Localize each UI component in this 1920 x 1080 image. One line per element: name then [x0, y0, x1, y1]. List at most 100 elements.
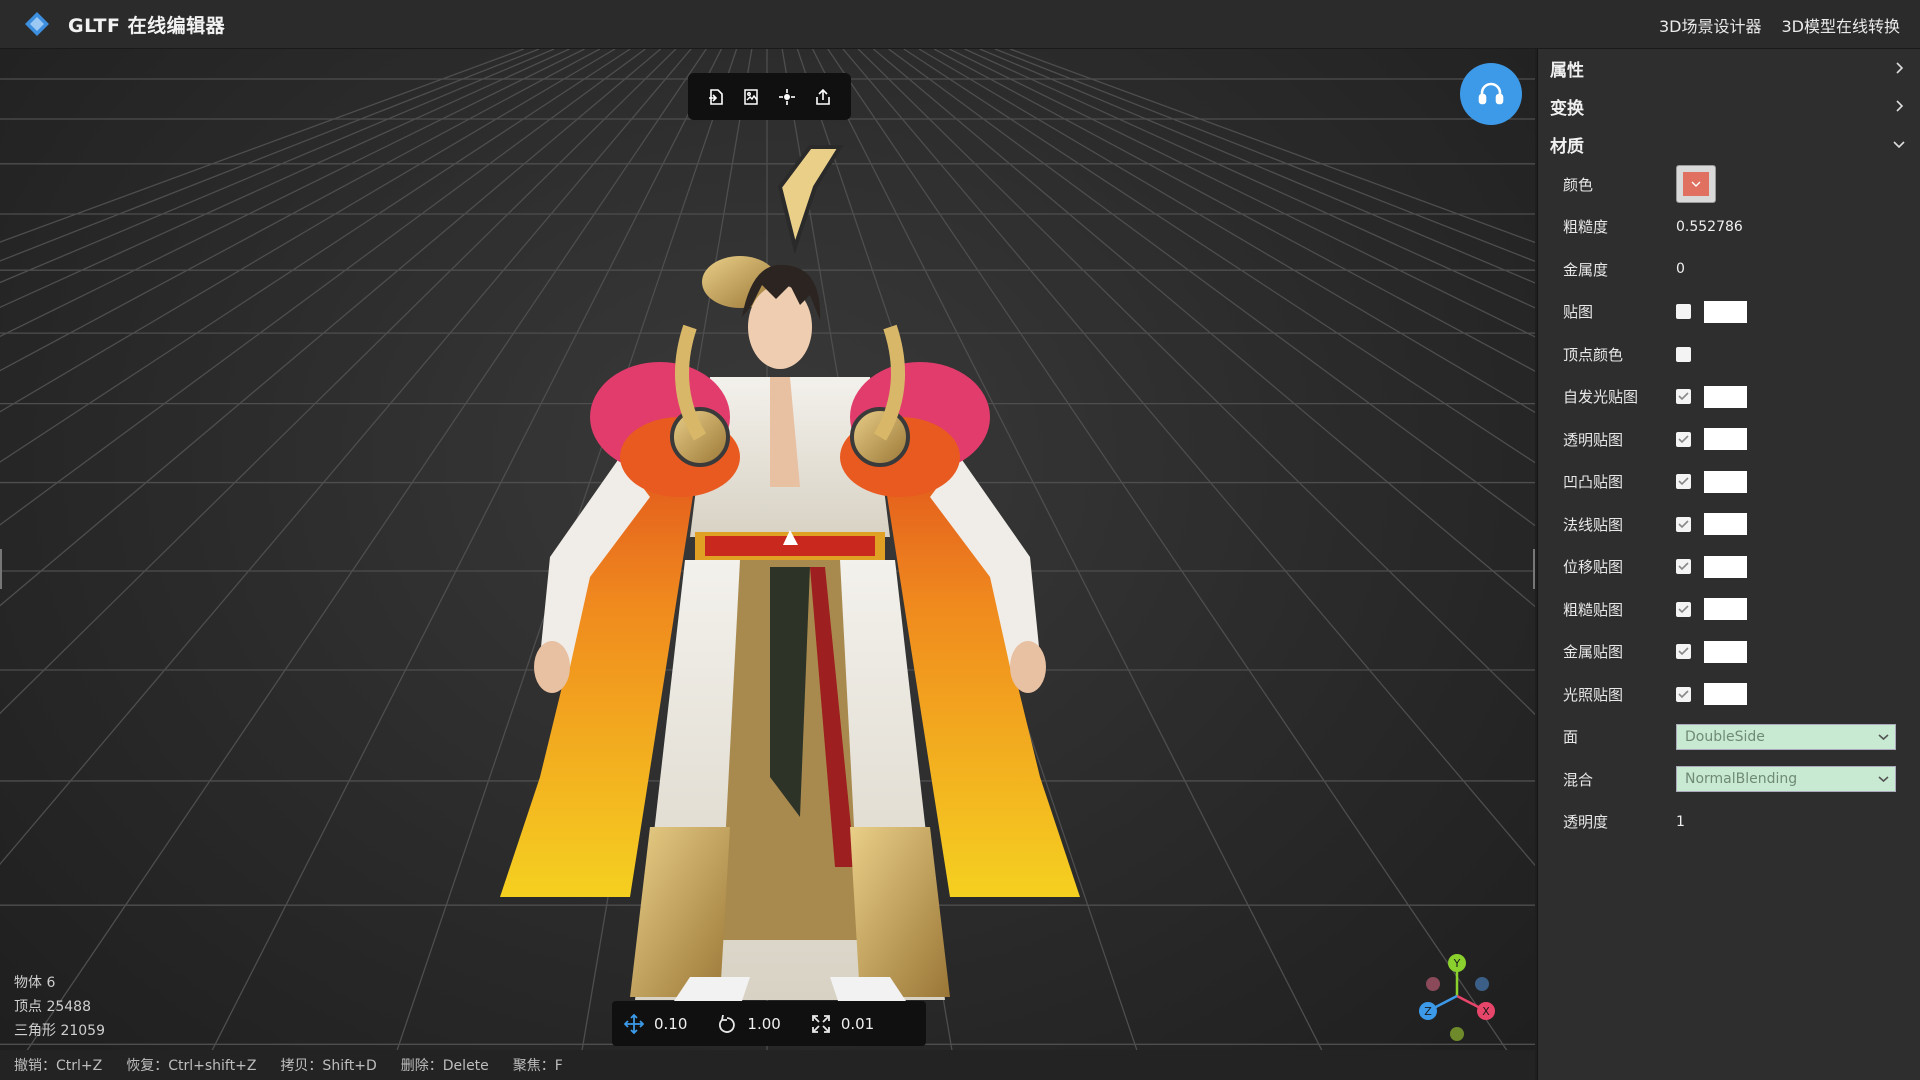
displacement-map-texture-slot[interactable] — [1704, 555, 1747, 578]
displacement-map-label: 位移贴图 — [1563, 558, 1624, 577]
light-map-checkbox[interactable] — [1676, 686, 1691, 702]
transform-snap-controls: 0.10 1.00 0.01 — [612, 1001, 926, 1046]
material-color-picker[interactable] — [1676, 165, 1716, 204]
chevron-down-icon — [1893, 141, 1905, 149]
side-select[interactable]: DoubleSide — [1676, 723, 1896, 750]
hotkey-bar: 撤销：Ctrl+Z 恢复：Ctrl+shift+Z 拷贝：Shift+D 删除：… — [0, 1050, 1535, 1080]
blending-select[interactable]: NormalBlending — [1676, 766, 1896, 793]
bump-map-row: 凹凸贴图 — [1538, 461, 1920, 504]
hotkey-focus: 聚焦：F — [512, 1058, 563, 1074]
normal-map-row: 法线贴图 — [1538, 503, 1920, 546]
viewport-canvas[interactable]: 物体 6 顶点 25488 三角形 21059 0.10 1.00 0.01 Y… — [0, 49, 1535, 1080]
metalness-map-row: 金属贴图 — [1538, 631, 1920, 674]
opacity-label: 透明度 — [1563, 813, 1609, 832]
emissive-map-label: 自发光贴图 — [1563, 388, 1639, 407]
import-icon[interactable] — [702, 83, 730, 111]
chevron-down-icon — [1691, 181, 1701, 188]
hotkey-delete: 删除：Delete — [400, 1058, 489, 1074]
vertex-colors-label: 顶点颜色 — [1563, 345, 1624, 364]
model-converter-link[interactable]: 3D模型在线转换 — [1781, 13, 1900, 37]
emissive-map-texture-slot[interactable] — [1704, 385, 1747, 408]
translate-snap-value[interactable]: 0.10 — [654, 1015, 687, 1033]
normal-map-texture-slot[interactable] — [1704, 513, 1747, 536]
section-material[interactable]: 材质 — [1538, 125, 1920, 163]
section-properties-label: 属性 — [1550, 60, 1584, 81]
section-transform[interactable]: 变换 — [1538, 87, 1920, 125]
check-icon — [1678, 605, 1689, 613]
normal-map-checkbox[interactable] — [1676, 516, 1691, 532]
hotkey-redo: 恢复：Ctrl+shift+Z — [126, 1058, 257, 1074]
viewport-toolbar — [688, 73, 851, 120]
light-icon[interactable] — [773, 83, 801, 111]
bump-map-checkbox[interactable] — [1676, 474, 1691, 490]
gizmo-y-label: Y — [1453, 957, 1461, 970]
support-headset-button[interactable] — [1460, 63, 1522, 125]
metalness-map-checkbox[interactable] — [1676, 644, 1691, 660]
roughness-map-row: 粗糙贴图 — [1538, 588, 1920, 631]
translate-snap[interactable]: 0.10 — [624, 1013, 687, 1034]
vertex-colors-checkbox[interactable] — [1676, 346, 1691, 362]
headset-icon — [1478, 82, 1504, 105]
chevron-down-icon — [1878, 734, 1889, 740]
check-icon — [1678, 520, 1689, 528]
opacity-value[interactable]: 1 — [1676, 814, 1685, 830]
export-image-icon[interactable] — [738, 83, 766, 111]
displacement-map-checkbox[interactable] — [1676, 559, 1691, 575]
map-checkbox[interactable] — [1676, 304, 1691, 320]
bump-map-label: 凹凸贴图 — [1563, 473, 1624, 492]
top-nav: 3D场景设计器 3D模型在线转换 — [1659, 0, 1900, 49]
left-splitter[interactable] — [0, 549, 2, 589]
roughness-map-label: 粗糙贴图 — [1563, 600, 1624, 619]
section-transform-label: 变换 — [1550, 98, 1584, 119]
metalness-value[interactable]: 0 — [1676, 261, 1685, 277]
metalness-map-label: 金属贴图 — [1563, 643, 1624, 662]
alpha-map-label: 透明贴图 — [1563, 430, 1624, 449]
character-model[interactable] — [480, 127, 1100, 1007]
chevron-down-icon — [1878, 776, 1889, 783]
hotkey-copy: 拷贝：Shift+D — [280, 1058, 377, 1074]
top-bar: GLTF 在线编辑器 3D场景设计器 3D模型在线转换 — [0, 0, 1920, 49]
vertex-colors-row: 顶点颜色 — [1538, 333, 1920, 376]
light-map-texture-slot[interactable] — [1704, 683, 1747, 706]
side-select-value: DoubleSide — [1685, 728, 1765, 745]
vertex-count: 顶点 25488 — [14, 999, 91, 1015]
metalness-map-texture-slot[interactable] — [1704, 640, 1747, 663]
scene-designer-link[interactable]: 3D场景设计器 — [1659, 13, 1762, 37]
axis-gizmo[interactable]: Y X Z — [1410, 949, 1504, 1043]
hotkey-undo: 撤销：Ctrl+Z — [14, 1058, 103, 1074]
share-icon[interactable] — [809, 83, 837, 111]
rotate-snap[interactable]: 1.00 — [717, 1014, 781, 1034]
check-icon — [1678, 477, 1689, 486]
displacement-map-row: 位移贴图 — [1538, 546, 1920, 589]
scale-snap[interactable]: 0.01 — [811, 1014, 874, 1034]
app-title: GLTF 在线编辑器 — [68, 14, 226, 37]
section-properties[interactable]: 属性 — [1538, 49, 1920, 87]
check-icon — [1678, 562, 1689, 571]
rotate-icon — [719, 1014, 736, 1033]
side-label: 面 — [1563, 728, 1579, 747]
check-icon — [1678, 690, 1689, 698]
scale-icon — [811, 1014, 830, 1033]
alpha-map-checkbox[interactable] — [1676, 431, 1691, 447]
emissive-map-checkbox[interactable] — [1676, 389, 1691, 405]
right-splitter[interactable] — [1533, 549, 1535, 589]
rotate-snap-value[interactable]: 1.00 — [747, 1015, 780, 1033]
opacity-row: 透明度 1 — [1538, 801, 1920, 844]
chevron-right-icon — [1896, 100, 1904, 112]
bump-map-texture-slot[interactable] — [1704, 470, 1747, 493]
gizmo-x-label: X — [1482, 1005, 1490, 1018]
roughness-label: 粗糙度 — [1563, 218, 1609, 237]
alpha-map-texture-slot[interactable] — [1704, 428, 1747, 451]
blending-select-value: NormalBlending — [1685, 771, 1798, 788]
roughness-map-texture-slot[interactable] — [1704, 598, 1747, 621]
scene-stats: 物体 6 顶点 25488 三角形 21059 — [14, 971, 105, 1043]
check-icon — [1678, 647, 1689, 656]
gizmo-z-label: Z — [1424, 1005, 1432, 1018]
map-texture-slot[interactable] — [1704, 300, 1747, 323]
side-row: 面 DoubleSide — [1538, 716, 1920, 759]
material-color-label: 颜色 — [1563, 175, 1594, 194]
roughness-value[interactable]: 0.552786 — [1676, 219, 1743, 235]
roughness-map-checkbox[interactable] — [1676, 601, 1691, 617]
map-row: 贴图 — [1538, 291, 1920, 334]
scale-snap-value[interactable]: 0.01 — [841, 1015, 874, 1033]
